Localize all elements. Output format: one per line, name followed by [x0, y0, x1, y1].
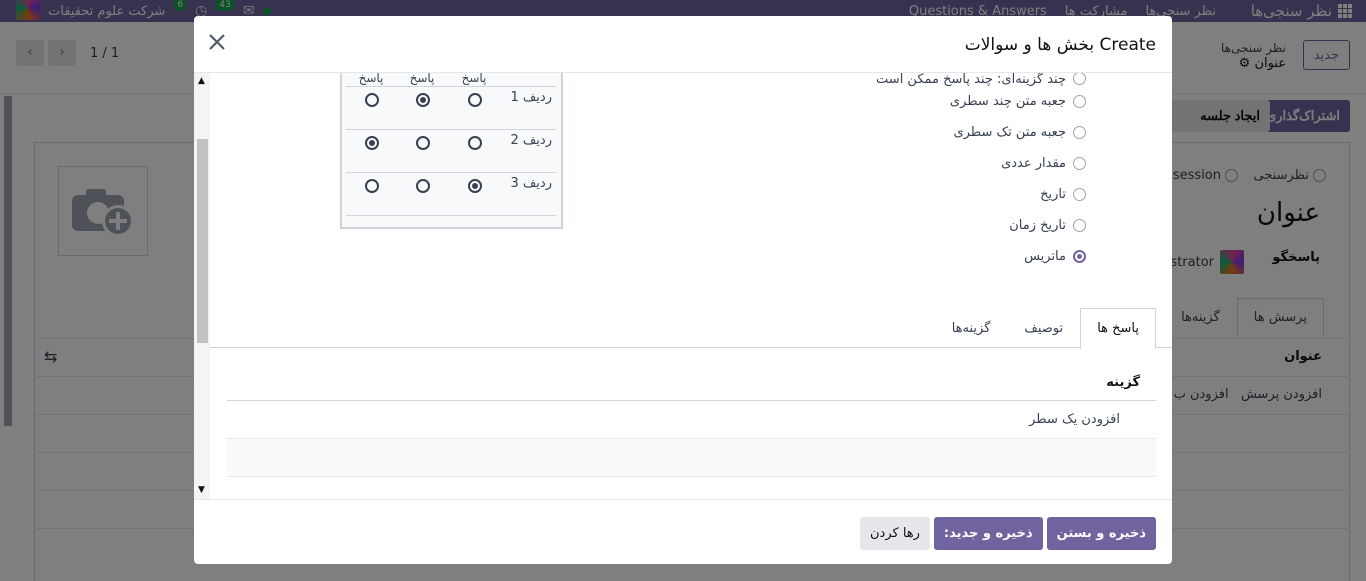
close-icon — [209, 34, 225, 50]
radio-circle — [1073, 126, 1086, 139]
save-close-button[interactable]: ذخیره و بستن — [1046, 517, 1156, 550]
type-label: جعبه متن چند سطری — [949, 94, 1066, 109]
close-button[interactable] — [206, 32, 228, 54]
type-option-matrix[interactable]: ماتریس — [876, 241, 1086, 272]
dialog-header: Create بخش ها و سوالات — [194, 16, 1172, 73]
matrix-row: ردیف 2 — [346, 130, 556, 173]
tab-question-options[interactable]: گزینه‌ها — [935, 308, 1008, 348]
type-label: چند گزینه‌ای: چند پاسخ ممکن است — [876, 73, 1066, 87]
matrix-row: ردیف 1 — [346, 87, 556, 130]
radio-circle — [1073, 219, 1086, 232]
dialog-title: Create بخش ها و سوالات — [964, 35, 1156, 55]
save-new-button[interactable]: ذخیره و جدید: — [933, 517, 1043, 550]
dialog-footer: ذخیره و بستن ذخیره و جدید: رها کردن — [194, 499, 1172, 564]
matrix-preview: پاسخ پاسخ پاسخ ردیف 1 ردیف 2 ردیف 3 — [340, 73, 563, 229]
matrix-radio — [416, 179, 431, 193]
empty-row — [227, 439, 1156, 477]
matrix-col-header: پاسخ — [358, 73, 384, 85]
answers-table: گزینه افزودن یک سطر — [227, 365, 1156, 477]
matrix-radio — [416, 136, 431, 150]
discard-button[interactable]: رها کردن — [859, 517, 930, 550]
type-label: ماتریس — [1024, 249, 1066, 264]
type-option-multi-choice[interactable]: چند گزینه‌ای: چند پاسخ ممکن است — [876, 73, 1086, 87]
radio-circle — [1073, 188, 1086, 201]
matrix-preview-grid: پاسخ پاسخ پاسخ ردیف 1 ردیف 2 ردیف 3 — [346, 73, 556, 216]
radio-circle — [1073, 73, 1086, 85]
type-option-datetime[interactable]: تاریخ زمان — [876, 210, 1086, 241]
add-line-link[interactable]: افزودن یک سطر — [227, 401, 1156, 439]
type-label: مقدار عددی — [1001, 156, 1066, 171]
matrix-radio — [467, 136, 482, 150]
matrix-radio — [467, 93, 482, 107]
matrix-radio — [364, 179, 379, 193]
tab-description[interactable]: توصیف — [1007, 308, 1080, 348]
dialog-scrollbar[interactable]: ▲ ▼ — [194, 73, 210, 499]
matrix-col-header: پاسخ — [409, 73, 435, 85]
matrix-row-label: ردیف 1 — [510, 90, 552, 105]
matrix-row-label: ردیف 3 — [510, 176, 552, 191]
type-option-multiline-text[interactable]: جعبه متن چند سطری — [876, 86, 1086, 117]
matrix-radio-checked — [364, 136, 379, 150]
type-label: جعبه متن تک سطری — [953, 125, 1066, 140]
type-option-numeric[interactable]: مقدار عددی — [876, 148, 1086, 179]
matrix-col-header: پاسخ — [461, 73, 487, 85]
matrix-radio — [364, 93, 379, 107]
scroll-thumb[interactable] — [197, 139, 208, 343]
matrix-row: ردیف 3 — [346, 173, 556, 216]
tab-answers[interactable]: پاسخ ها — [1080, 308, 1156, 349]
radio-circle — [1073, 157, 1086, 170]
scroll-up-icon[interactable]: ▲ — [198, 76, 205, 86]
type-label: تاریخ زمان — [1009, 218, 1066, 233]
matrix-row-label: ردیف 2 — [510, 133, 552, 148]
column-header-choice: گزینه — [227, 365, 1156, 401]
type-option-date[interactable]: تاریخ — [876, 179, 1086, 210]
type-label: تاریخ — [1040, 187, 1066, 202]
matrix-radio-checked — [467, 179, 482, 193]
radio-circle-checked — [1073, 250, 1086, 263]
radio-circle — [1073, 95, 1086, 108]
scroll-down-icon[interactable]: ▼ — [198, 485, 205, 495]
dialog-tabs: پاسخ ها توصیف گزینه‌ها — [210, 308, 1172, 349]
dialog-body: ▲ ▼ چند گزینه‌ای: چند پاسخ ممکن است جعبه… — [194, 73, 1172, 499]
type-option-single-line-text[interactable]: جعبه متن تک سطری — [876, 117, 1086, 148]
matrix-preview-header: پاسخ پاسخ پاسخ — [346, 73, 556, 87]
question-dialog: Create بخش ها و سوالات ▲ ▼ چند گزینه‌ای:… — [194, 16, 1172, 564]
matrix-radio-checked — [416, 93, 431, 107]
question-type-list: چند گزینه‌ای: چند پاسخ ممکن است جعبه متن… — [876, 73, 1086, 272]
